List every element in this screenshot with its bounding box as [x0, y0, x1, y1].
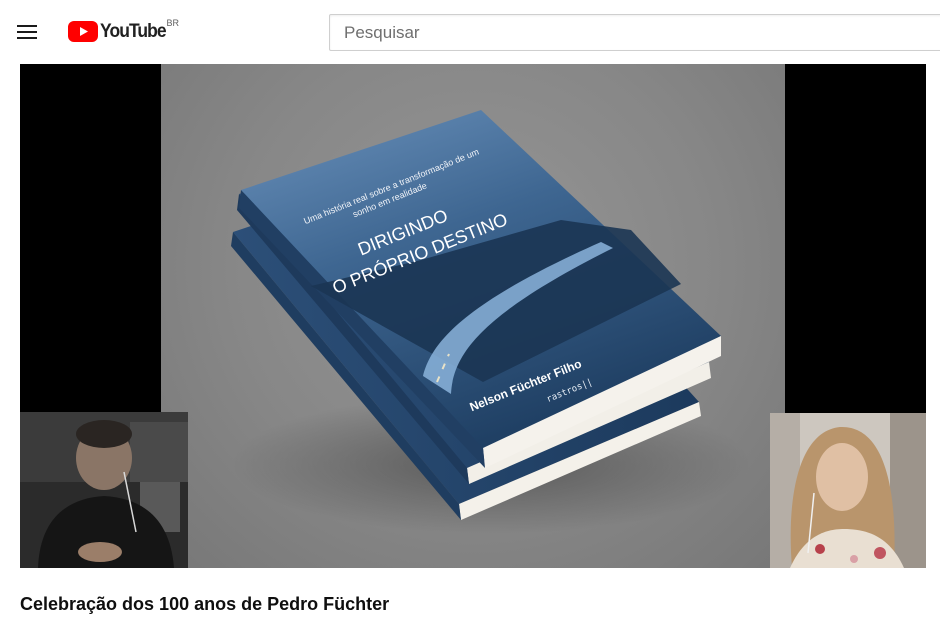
menu-icon[interactable] [14, 20, 40, 44]
webcam-left [20, 412, 188, 568]
region-code: BR [166, 18, 179, 28]
youtube-logo-icon [68, 21, 98, 42]
search-input[interactable] [330, 15, 940, 50]
top-bar: YouTube BR [0, 0, 940, 64]
video-title: Celebração dos 100 anos de Pedro Füchter [20, 594, 390, 614]
video-frame: Uma história real sobre a transformação … [161, 64, 785, 568]
person-right-image [770, 413, 926, 568]
logo-wordmark: YouTube [100, 21, 167, 42]
youtube-logo[interactable]: YouTube BR [68, 18, 179, 43]
webcam-right [770, 413, 926, 568]
book-stack-image: Uma história real sobre a transformação … [231, 110, 751, 534]
search-box [329, 14, 940, 51]
person-left-image [20, 412, 188, 568]
video-player[interactable]: Uma história real sobre a transformação … [20, 64, 926, 568]
